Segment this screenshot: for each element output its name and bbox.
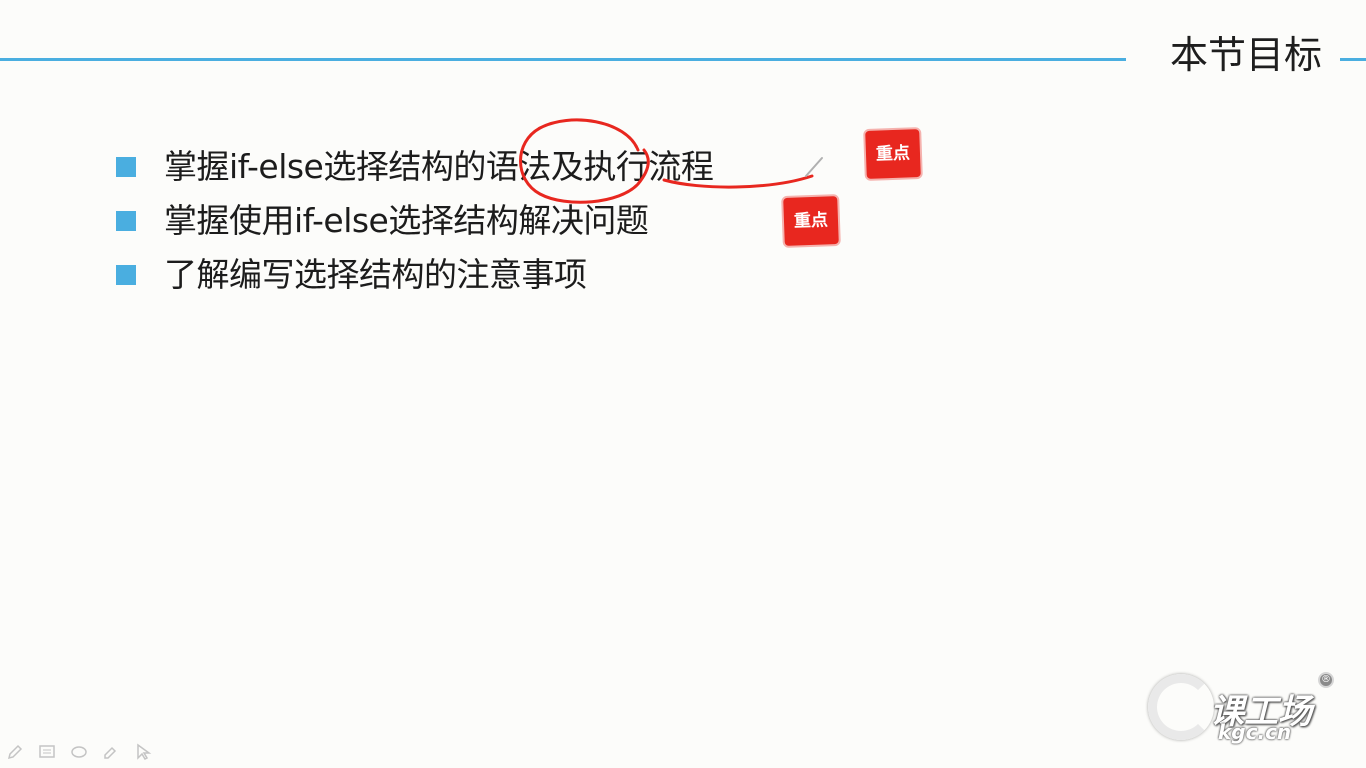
list-item: 了解编写选择结构的注意事项	[116, 248, 816, 302]
annotation-toolbar	[4, 740, 164, 764]
bullet-square-icon	[116, 211, 136, 231]
screen-icon[interactable]	[36, 741, 58, 763]
logo-url: kgc.cn	[1218, 720, 1292, 744]
registered-mark-icon: ®	[1318, 672, 1334, 688]
list-item-text: 了解编写选择结构的注意事项	[164, 255, 587, 294]
pen-icon[interactable]	[4, 741, 26, 763]
bullet-square-icon	[116, 157, 136, 177]
list-item-text: 掌握使用if-else选择结构解决问题	[164, 201, 649, 240]
logo-ring-icon	[1148, 674, 1214, 740]
slide-title: 本节目标	[1170, 33, 1323, 77]
eraser-icon[interactable]	[68, 741, 90, 763]
bullet-square-icon	[116, 265, 136, 285]
header-rule-left	[0, 58, 1126, 61]
key-point-stamp: 重点	[783, 196, 839, 246]
pen-annotation-layer	[519, 118, 823, 204]
key-point-stamp: 重点	[865, 129, 921, 179]
list-item: 掌握if-else选择结构的语法及执行流程	[116, 140, 816, 194]
pointer-icon[interactable]	[132, 741, 154, 763]
brand-logo: 课工场 kgc.cn ®	[1148, 662, 1338, 752]
list-item: 掌握使用if-else选择结构解决问题	[116, 194, 816, 248]
list-item-text: 掌握if-else选择结构的语法及执行流程	[164, 147, 714, 186]
header-rule-right	[1340, 58, 1366, 61]
highlighter-icon[interactable]	[100, 741, 122, 763]
